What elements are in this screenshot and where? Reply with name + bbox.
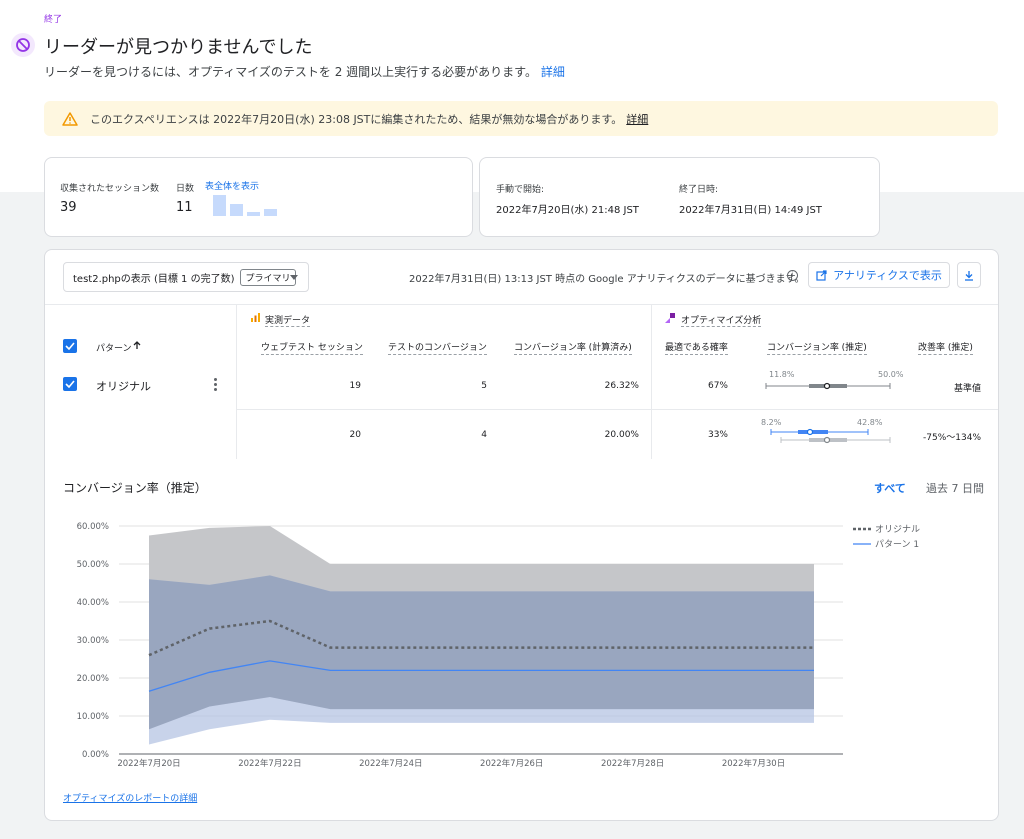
sessions-column-header: ウェブテスト セッション [261,340,363,355]
x-tick-label: 2022年7月20日 [117,758,180,769]
observed-section-header: 実測データ [265,313,311,327]
start-value: 2022年7月20日(水) 21:48 JST [496,205,639,216]
info-icon[interactable]: i [787,270,798,281]
row-rate: 20.00% [604,430,639,440]
days-label: 日数 [176,184,195,194]
details-link[interactable]: 詳細 [541,65,565,79]
data-source-note: 2022年7月31日(日) 13:13 JST 時点の Google アナリティ… [409,274,805,285]
rate-column-header: コンバージョン率 (計算済み) [514,340,632,355]
range-all-tab[interactable]: すべて [874,480,906,496]
start-label: 手動で開始: [496,185,545,195]
ci-high-label: 50.0% [878,370,904,379]
chart-title: コンバージョン率（推定） [63,481,207,495]
more-vert-icon[interactable] [214,378,218,391]
original-ci-bar [765,382,891,390]
objective-selector-label: test2.phpの表示 (目標 1 の完了数) [73,273,235,285]
warning-message: このエクスペリエンスは 2022年7月20日(水) 23:08 JSTに編集され… [90,111,648,127]
analytics-button-label: アナリティクスで表示 [833,269,942,282]
pattern-column-header[interactable]: パターン [96,341,132,354]
row-sessions: 19 [349,381,361,391]
x-tick-label: 2022年7月28日 [601,758,664,769]
page-subtitle: リーダーを見つけるには、オプティマイズのテストを 2 週間以上実行する必要があり… [44,63,565,80]
row-improvement: 基準値 [953,384,981,394]
y-tick-label: 60.00% [77,522,109,532]
y-tick-label: 0.00% [82,750,109,760]
row-rate: 26.32% [604,381,639,391]
status-label: 終了 [44,15,63,25]
row-improvement: -75%～134% [923,433,981,443]
y-tick-label: 40.00% [77,598,109,608]
improvement-column-header: 改善率 (推定) [918,340,973,355]
y-tick-label: 50.00% [77,560,109,570]
conversions-column-header: テストのコンバージョン [388,340,487,355]
variant-ci-bar [770,428,891,444]
mini-bar [247,212,260,216]
x-tick-label: 2022年7月24日 [359,758,422,769]
y-tick-label: 30.00% [77,636,109,646]
select-all-checkbox[interactable] [63,339,77,353]
row-sessions: 20 [349,430,361,440]
mini-bar [213,195,226,216]
report-details-link[interactable]: オプティマイズのレポートの詳細 [63,791,197,804]
legend-entry: パターン 1 [875,539,919,550]
row-conversions: 5 [481,381,487,391]
sort-ascending-icon[interactable] [133,341,141,350]
warning-icon [62,111,78,126]
row-probability: 33% [707,430,728,440]
y-tick-label: 20.00% [77,674,109,684]
sessions-value: 39 [60,200,77,215]
dates-card: 手動で開始: 2022年7月20日(水) 21:48 JST 終了日時: 202… [479,157,880,237]
sessions-mini-chart [213,194,277,216]
column-divider [236,305,237,459]
ci-high-label: 42.8% [857,418,883,427]
end-label: 終了日時: [679,185,719,195]
primary-badge: プライマリ [240,268,296,286]
ci-low-label: 11.8% [769,370,795,379]
subtitle-text: リーダーを見つけるには、オプティマイズのテストを 2 週間以上実行する必要があり… [44,65,537,79]
results-table: 実測データ オプティマイズ分析 パターン ウェブテスト セッション テストのコン… [45,304,998,459]
row-conversions: 4 [481,430,487,440]
probability-column-header: 最適である確率 [665,340,728,355]
download-icon [965,270,973,281]
row-divider [236,409,998,410]
end-value: 2022年7月31日(日) 14:49 JST [679,205,822,216]
legend-entry: オリジナル [875,524,920,535]
sessions-label: 収集されたセッション数 [60,184,160,194]
chevron-down-icon [290,275,298,280]
x-tick-label: 2022年7月22日 [238,758,301,769]
y-tick-label: 10.00% [77,712,109,722]
original-row-name: オリジナル [96,380,151,393]
x-tick-label: 2022年7月26日 [480,758,543,769]
show-all-link[interactable]: 表全体を表示 [205,179,259,192]
optimize-icon [665,313,675,323]
mini-bar [230,204,243,216]
optimize-section-header: オプティマイズ分析 [681,313,762,327]
blocked-icon [11,33,35,57]
ci-low-label: 8.2% [761,418,782,427]
warning-text: このエクスペリエンスは 2022年7月20日(水) 23:08 JSTに編集され… [90,112,623,126]
column-divider [651,305,652,459]
optimize-section-label: オプティマイズ分析 [681,316,762,326]
warning-details-link[interactable]: 詳細 [626,113,648,126]
mini-bar [264,209,277,216]
original-row-checkbox[interactable] [63,377,77,391]
days-value: 11 [176,200,193,215]
download-button[interactable] [957,262,981,288]
conversion-rate-chart: 0.00% 10.00% 20.00% 30.00% 40.00% 50.00% 60.00… [77,522,920,769]
analytics-icon [251,313,260,322]
sessions-card: 収集されたセッション数 39 日数 11 表全体を表示 [44,157,473,237]
objective-selector[interactable]: test2.phpの表示 (目標 1 の完了数) プライマリ [63,262,309,292]
x-tick-label: 2022年7月30日 [722,758,785,769]
estimated-rate-column-header: コンバージョン率 (推定) [767,340,867,355]
page-title: リーダーが見つかりませんでした [44,37,313,58]
row-probability: 67% [707,381,728,391]
view-in-analytics-button[interactable]: アナリティクスで表示 [808,262,950,288]
range-7-days-tab[interactable]: 過去 7 日間 [926,480,984,496]
observed-section-label: 実測データ [265,316,311,326]
warning-banner: このエクスペリエンスは 2022年7月20日(水) 23:08 JSTに編集され… [44,101,998,136]
results-card: test2.phpの表示 (目標 1 の完了数) プライマリ 2022年7月31… [44,249,999,821]
open-external-icon [816,269,827,281]
